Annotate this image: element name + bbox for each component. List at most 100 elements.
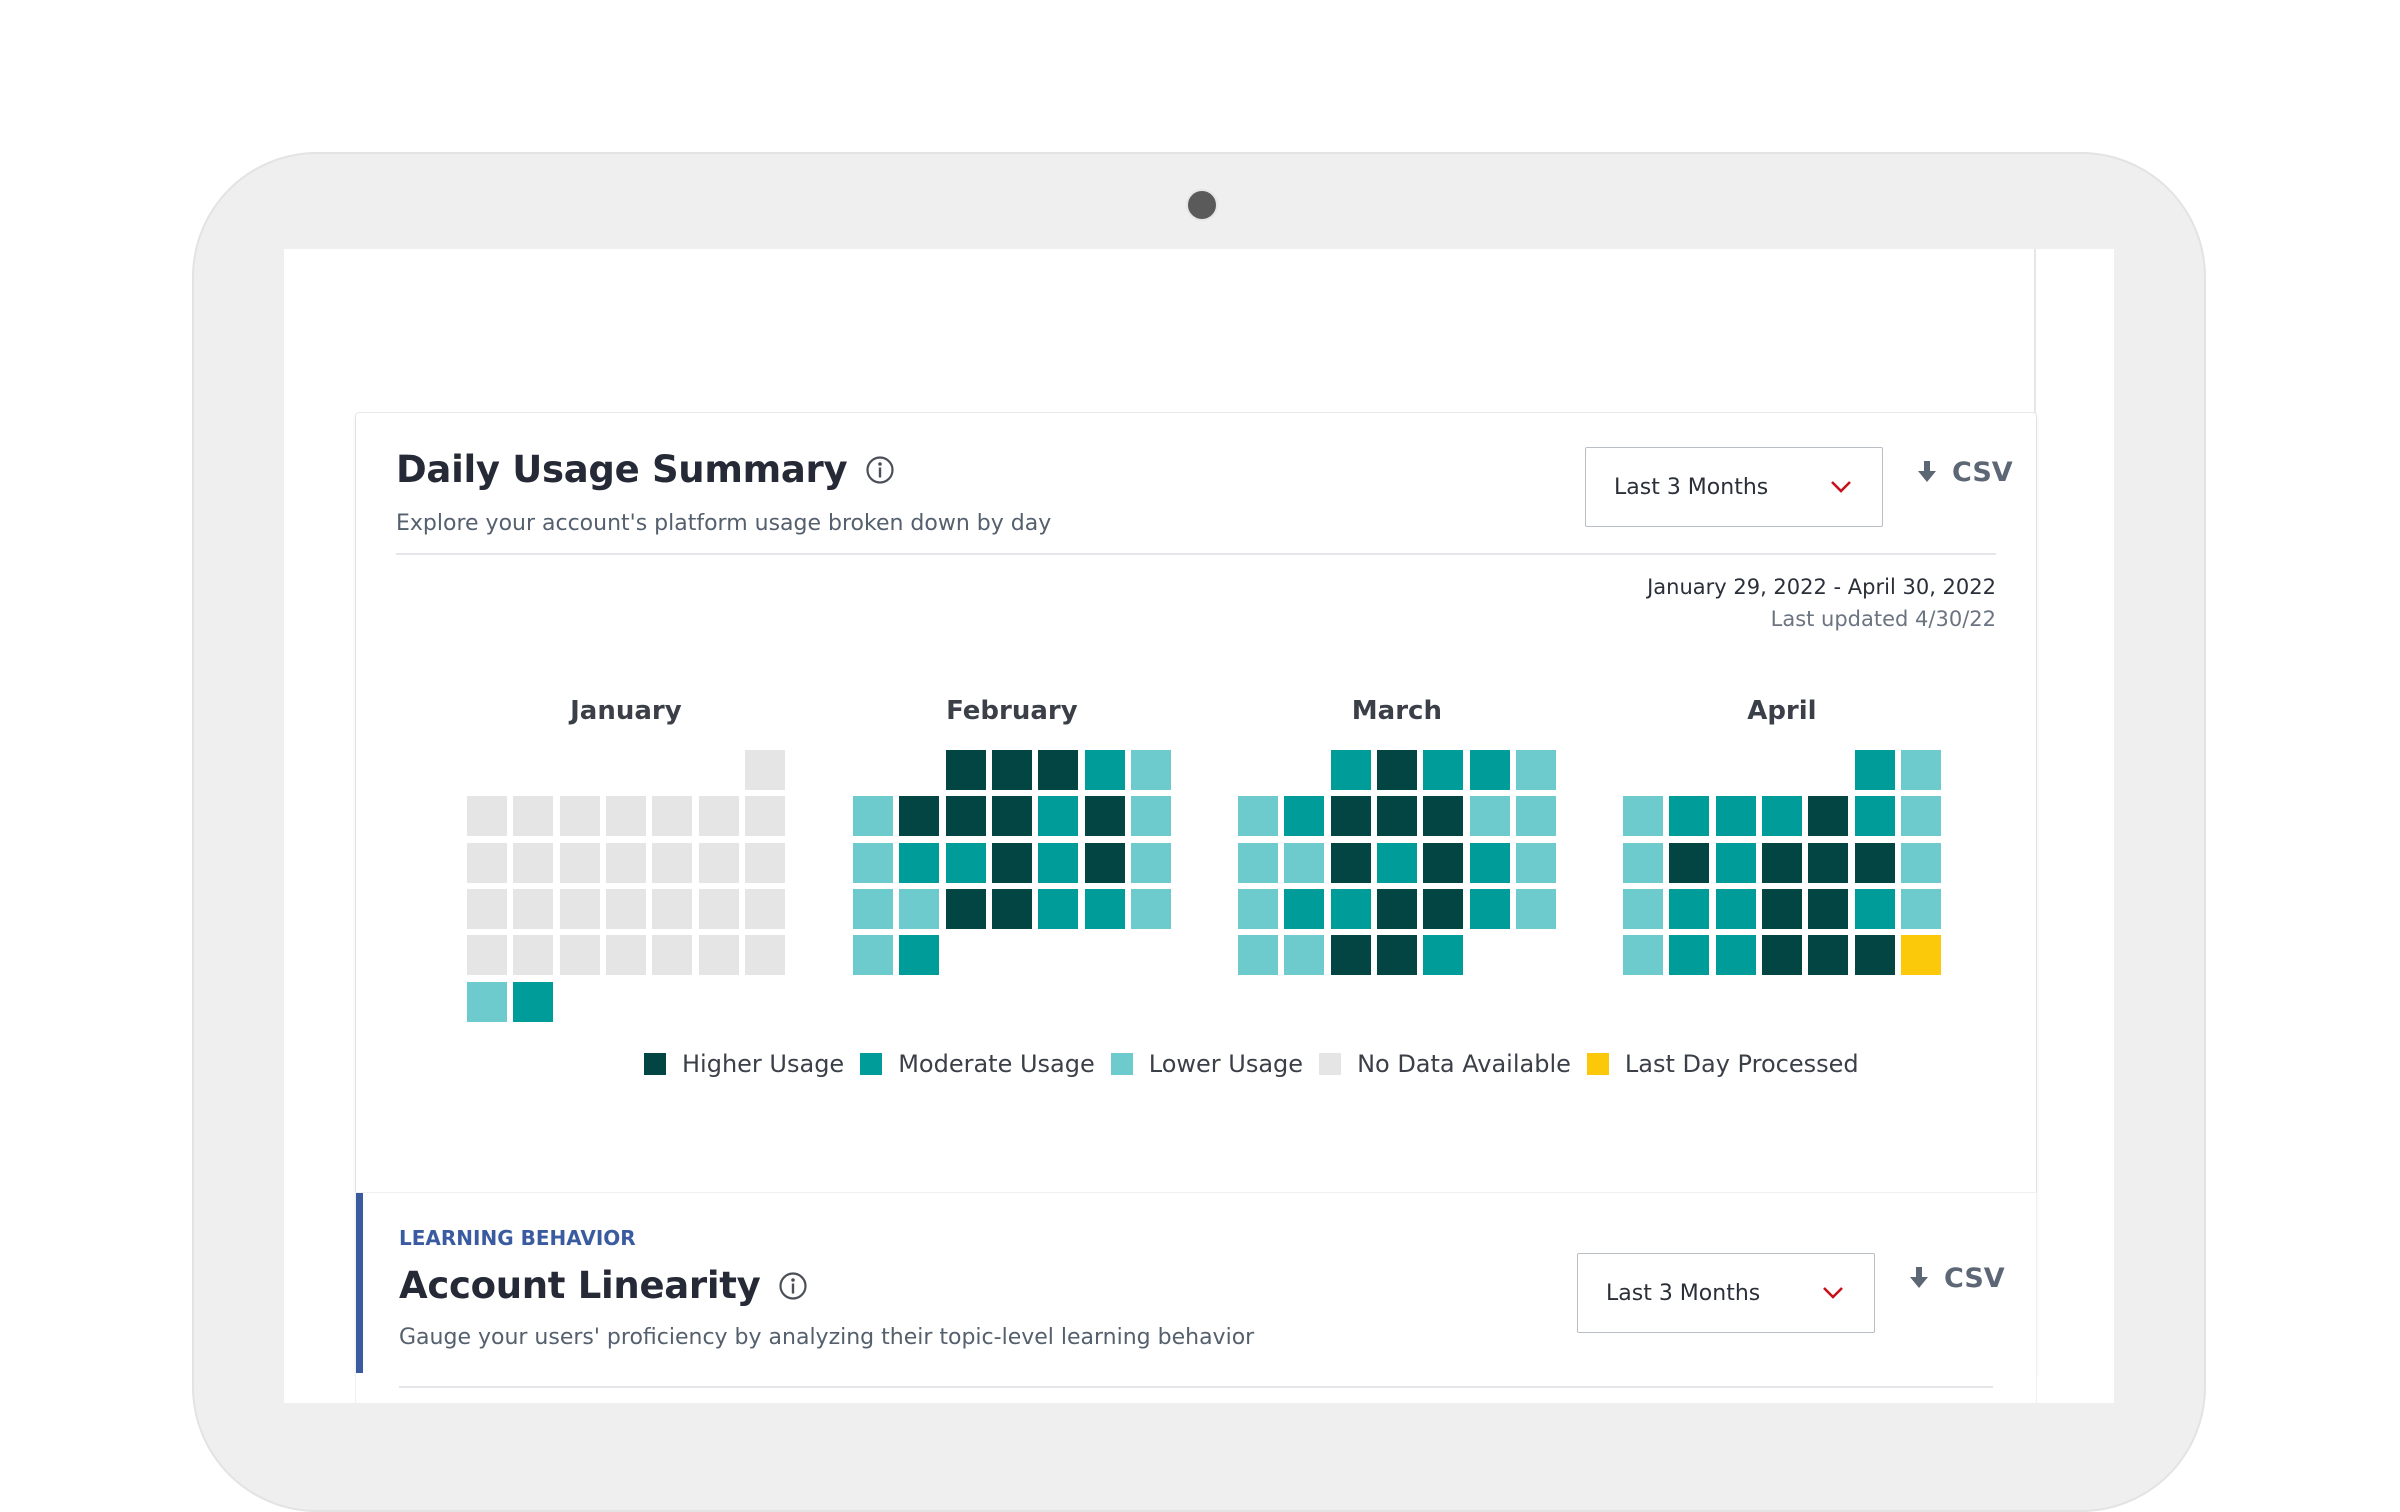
- day-cell[interactable]: [1623, 843, 1663, 883]
- day-cell[interactable]: [992, 796, 1032, 836]
- day-cell[interactable]: [560, 796, 600, 836]
- day-cell[interactable]: [513, 935, 553, 975]
- day-cell[interactable]: [1762, 843, 1802, 883]
- csv-download-button[interactable]: CSV: [1916, 457, 2013, 488]
- info-icon[interactable]: [865, 455, 895, 485]
- day-cell[interactable]: [899, 796, 939, 836]
- day-cell[interactable]: [1423, 750, 1463, 790]
- day-cell[interactable]: [1855, 889, 1895, 929]
- day-cell[interactable]: [1331, 843, 1371, 883]
- day-cell[interactable]: [560, 935, 600, 975]
- day-cell[interactable]: [1085, 796, 1125, 836]
- day-cell[interactable]: [1808, 796, 1848, 836]
- day-cell[interactable]: [1284, 843, 1324, 883]
- day-cell[interactable]: [745, 889, 785, 929]
- day-cell[interactable]: [1470, 889, 1510, 929]
- day-cell[interactable]: [513, 982, 553, 1022]
- day-cell[interactable]: [1377, 889, 1417, 929]
- day-cell[interactable]: [1716, 935, 1756, 975]
- day-cell[interactable]: [853, 935, 893, 975]
- range-select[interactable]: Last 3 Months: [1577, 1253, 1875, 1333]
- day-cell[interactable]: [699, 843, 739, 883]
- day-cell[interactable]: [606, 935, 646, 975]
- day-cell[interactable]: [853, 843, 893, 883]
- day-cell[interactable]: [1855, 750, 1895, 790]
- range-select[interactable]: Last 3 Months: [1585, 447, 1883, 527]
- day-cell[interactable]: [1085, 843, 1125, 883]
- day-cell[interactable]: [1808, 843, 1848, 883]
- day-cell[interactable]: [1038, 889, 1078, 929]
- day-cell[interactable]: [1901, 889, 1941, 929]
- day-cell[interactable]: [1470, 750, 1510, 790]
- day-cell[interactable]: [1516, 889, 1556, 929]
- day-cell[interactable]: [1284, 796, 1324, 836]
- day-cell[interactable]: [946, 889, 986, 929]
- day-cell[interactable]: [992, 750, 1032, 790]
- day-cell[interactable]: [513, 889, 553, 929]
- day-cell[interactable]: [1516, 750, 1556, 790]
- day-cell[interactable]: [1238, 796, 1278, 836]
- day-cell[interactable]: [1716, 889, 1756, 929]
- day-cell[interactable]: [1901, 935, 1941, 975]
- day-cell[interactable]: [745, 935, 785, 975]
- info-icon[interactable]: [778, 1271, 808, 1301]
- day-cell[interactable]: [1808, 889, 1848, 929]
- day-cell[interactable]: [992, 889, 1032, 929]
- day-cell[interactable]: [1238, 935, 1278, 975]
- day-cell[interactable]: [652, 935, 692, 975]
- day-cell[interactable]: [1623, 935, 1663, 975]
- day-cell[interactable]: [699, 796, 739, 836]
- day-cell[interactable]: [606, 889, 646, 929]
- day-cell[interactable]: [1669, 889, 1709, 929]
- day-cell[interactable]: [745, 843, 785, 883]
- day-cell[interactable]: [1855, 935, 1895, 975]
- day-cell[interactable]: [699, 889, 739, 929]
- day-cell[interactable]: [1331, 935, 1371, 975]
- day-cell[interactable]: [1238, 843, 1278, 883]
- day-cell[interactable]: [1516, 843, 1556, 883]
- day-cell[interactable]: [1808, 935, 1848, 975]
- day-cell[interactable]: [606, 796, 646, 836]
- day-cell[interactable]: [1901, 796, 1941, 836]
- day-cell[interactable]: [1762, 796, 1802, 836]
- day-cell[interactable]: [652, 843, 692, 883]
- day-cell[interactable]: [992, 843, 1032, 883]
- day-cell[interactable]: [1423, 843, 1463, 883]
- day-cell[interactable]: [1762, 935, 1802, 975]
- day-cell[interactable]: [1377, 935, 1417, 975]
- day-cell[interactable]: [467, 935, 507, 975]
- day-cell[interactable]: [467, 889, 507, 929]
- day-cell[interactable]: [899, 843, 939, 883]
- day-cell[interactable]: [1855, 796, 1895, 836]
- day-cell[interactable]: [1284, 889, 1324, 929]
- day-cell[interactable]: [560, 843, 600, 883]
- day-cell[interactable]: [1423, 889, 1463, 929]
- day-cell[interactable]: [1331, 796, 1371, 836]
- day-cell[interactable]: [606, 843, 646, 883]
- day-cell[interactable]: [513, 843, 553, 883]
- day-cell[interactable]: [1377, 843, 1417, 883]
- day-cell[interactable]: [1423, 796, 1463, 836]
- day-cell[interactable]: [899, 935, 939, 975]
- day-cell[interactable]: [467, 843, 507, 883]
- day-cell[interactable]: [1470, 796, 1510, 836]
- day-cell[interactable]: [1085, 889, 1125, 929]
- day-cell[interactable]: [745, 796, 785, 836]
- day-cell[interactable]: [1762, 889, 1802, 929]
- day-cell[interactable]: [853, 889, 893, 929]
- day-cell[interactable]: [853, 796, 893, 836]
- day-cell[interactable]: [1238, 889, 1278, 929]
- day-cell[interactable]: [1669, 935, 1709, 975]
- day-cell[interactable]: [1131, 843, 1171, 883]
- day-cell[interactable]: [1669, 843, 1709, 883]
- day-cell[interactable]: [1623, 889, 1663, 929]
- day-cell[interactable]: [1470, 843, 1510, 883]
- day-cell[interactable]: [1131, 889, 1171, 929]
- day-cell[interactable]: [1516, 796, 1556, 836]
- day-cell[interactable]: [1377, 796, 1417, 836]
- day-cell[interactable]: [1623, 796, 1663, 836]
- day-cell[interactable]: [1284, 935, 1324, 975]
- day-cell[interactable]: [1901, 843, 1941, 883]
- day-cell[interactable]: [946, 750, 986, 790]
- day-cell[interactable]: [1901, 750, 1941, 790]
